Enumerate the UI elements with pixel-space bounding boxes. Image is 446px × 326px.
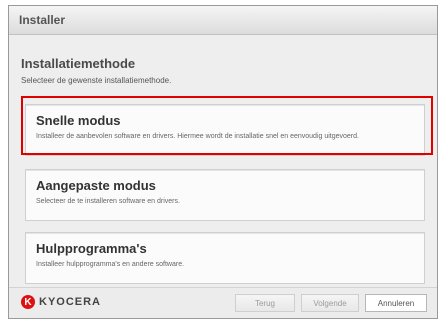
page-heading: Installatiemethode <box>21 56 136 71</box>
option-description: Installeer hulpprogramma's en andere sof… <box>36 261 185 268</box>
option-title: Snelle modus <box>36 113 121 128</box>
kyocera-logo-text: KYOCERA <box>39 296 102 308</box>
option-custom-mode[interactable]: Aangepaste modus Selecteer de te install… <box>25 169 425 221</box>
kyocera-logo-mark-icon: K <box>21 295 35 309</box>
installer-window: Installer Installatiemethode Selecteer d… <box>8 5 438 319</box>
option-title: Hulpprogramma's <box>36 241 147 256</box>
next-button[interactable]: Volgende <box>301 294 359 312</box>
option-description: Selecteer de te installeren software en … <box>36 198 180 205</box>
page-subtext: Selecteer de gewenste installatiemethode… <box>21 76 172 85</box>
kyocera-logo: K KYOCERA <box>21 295 101 309</box>
option-description: Installeer de aanbevolen software en dri… <box>36 133 359 140</box>
footer-bar: K KYOCERA Terug Volgende Annuleren <box>9 287 437 318</box>
back-button[interactable]: Terug <box>235 294 295 312</box>
cancel-button[interactable]: Annuleren <box>365 294 427 312</box>
window-title-bar: Installer <box>9 6 437 35</box>
window-title: Installer <box>19 13 66 27</box>
option-title: Aangepaste modus <box>36 178 156 193</box>
option-express-mode[interactable]: Snelle modus Installeer de aanbevolen so… <box>25 104 425 156</box>
option-utilities[interactable]: Hulpprogramma's Installeer hulpprogramma… <box>25 232 425 284</box>
